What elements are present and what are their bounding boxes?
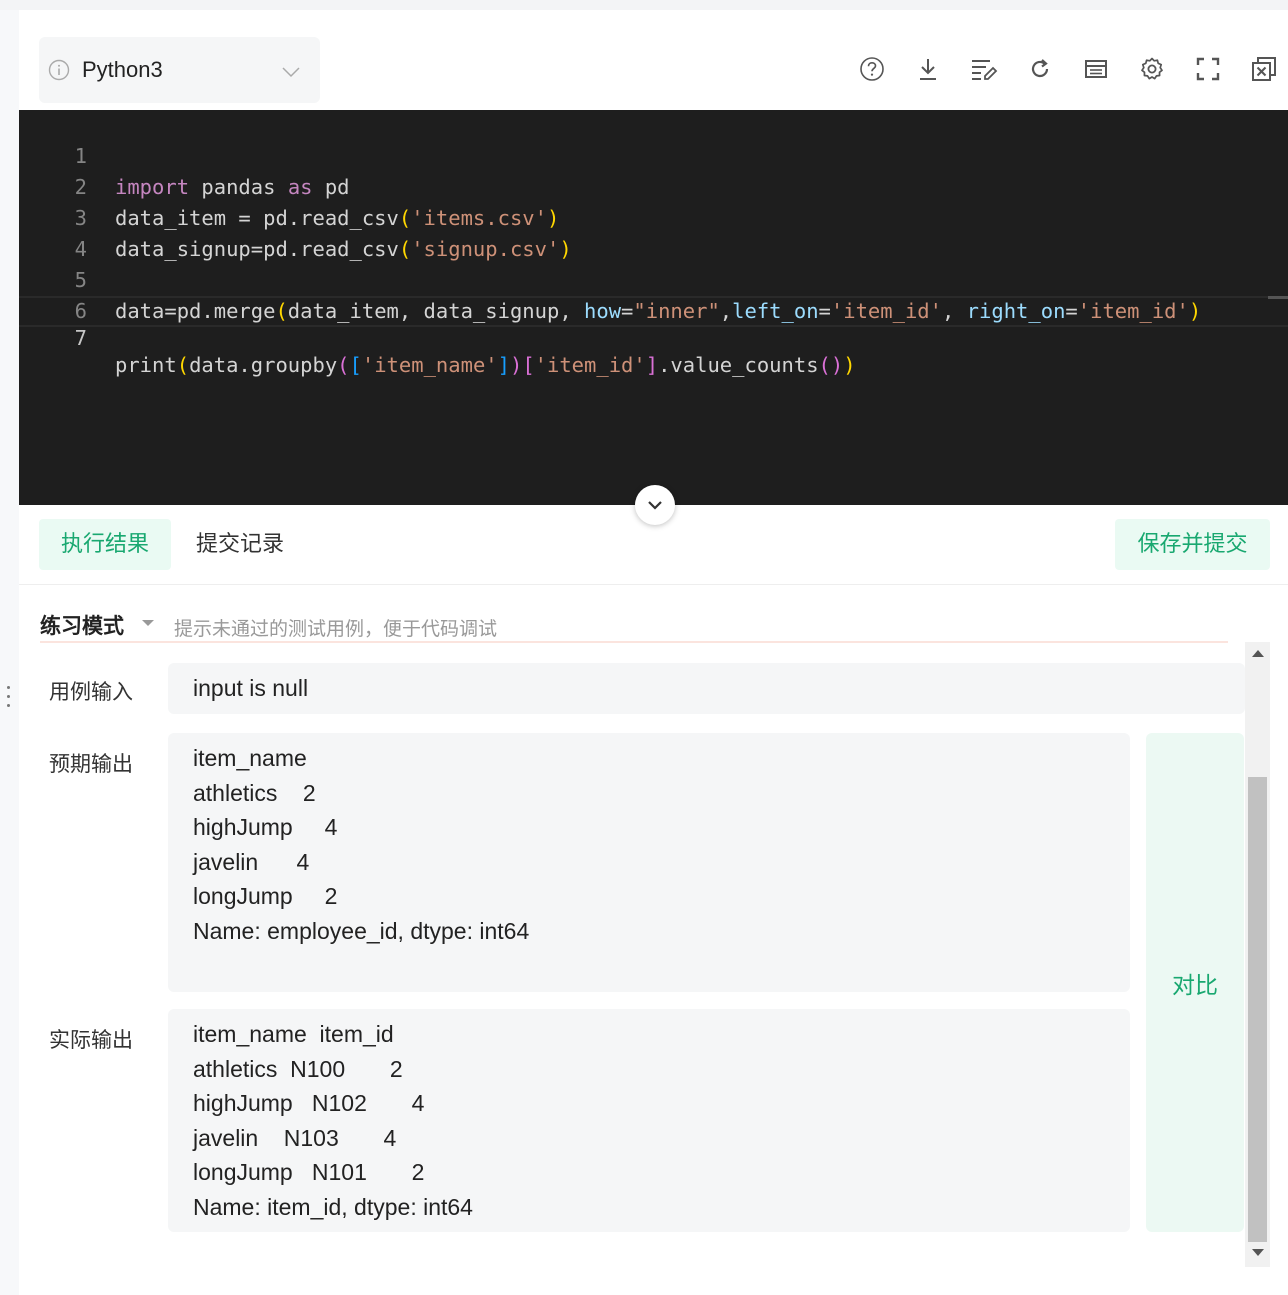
toolbar-icons [858,55,1288,85]
mode-underline [40,641,1228,643]
scroll-down-icon[interactable] [1252,1249,1264,1256]
reset-icon[interactable] [1026,55,1054,83]
settings-icon[interactable] [1138,55,1166,83]
output-line: athletics 2 [193,780,316,806]
input-label: 用例输入 [49,680,133,704]
output-line: longJump N101 2 [193,1159,425,1185]
output-line: longJump 2 [193,883,338,909]
results-scrollbar[interactable] [1245,642,1270,1267]
top-strip [0,0,1288,10]
code-line: 4 [19,203,1288,261]
input-box: input is null [168,663,1245,714]
code-editor[interactable]: 1 import pandas as pd 2 data_item = pd.r… [19,110,1288,505]
actual-label: 实际输出 [49,1028,133,1052]
code-line: 5 data=pd.merge(data_item, data_signup, … [19,234,1288,323]
output-line: item_name [193,745,307,771]
output-line: Name: employee_id, dtype: int64 [193,918,530,944]
output-line: javelin N103 4 [193,1125,397,1151]
mode-hint: 提示未通过的测试用例，便于代码调试 [174,618,498,640]
scroll-up-icon[interactable] [1252,650,1264,657]
editor-toolbar: Python3 [19,28,1288,110]
info-icon [48,59,70,85]
code-line: 2 data_item = pd.read_csv('items.csv') [19,141,1288,230]
code-line: 6 [19,265,1288,323]
page: Python3 1 import pandas as pd 2 data_ite… [0,0,1288,1295]
tab-submission-history[interactable]: 提交记录 [185,519,295,570]
language-name: Python3 [82,57,163,82]
actual-output-box: item_name item_id athletics N100 2 highJ… [168,1009,1130,1232]
close-window-icon[interactable] [1250,55,1278,83]
language-select[interactable]: Python3 [39,37,320,103]
output-line: javelin 4 [193,849,310,875]
help-icon[interactable] [858,55,886,83]
tab-execution-result[interactable]: 执行结果 [39,519,171,570]
mode-select[interactable]: 练习模式 [40,610,124,640]
code-line: 3 data_signup=pd.read_csv('signup.csv') [19,172,1288,261]
expected-output-box: item_name athletics 2 highJump 4 javelin… [168,733,1130,992]
output-line: Name: item_id, dtype: int64 [193,1194,473,1220]
resize-handle-icon[interactable] [6,686,12,712]
output-line: highJump 4 [193,814,338,840]
chevron-down-icon [281,63,301,82]
template-icon[interactable] [1082,55,1110,83]
expected-label: 预期输出 [49,752,133,776]
divider [19,584,1288,585]
code-line-active: 7 print(data.groupby(['item_name'])['ite… [19,296,1288,377]
collapse-editor-button[interactable] [635,485,675,525]
scrollbar-thumb[interactable] [1248,777,1267,1242]
code-line: 1 import pandas as pd [19,110,1288,199]
fullscreen-icon[interactable] [1194,55,1222,83]
output-line: highJump N102 4 [193,1090,425,1116]
compare-button[interactable]: 对比 [1146,733,1244,1232]
line-number: 7 [74,326,87,350]
format-icon[interactable] [970,55,998,83]
input-value: input is null [193,675,309,701]
code-text: print(data.groupby(['item_name'])['item_… [115,353,856,377]
editor-scroll-marker [1268,296,1288,299]
save-submit-button[interactable]: 保存并提交 [1115,519,1270,570]
left-gutter [0,10,19,1295]
chevron-down-icon [648,501,662,510]
caret-down-icon[interactable] [142,620,154,626]
output-line: athletics N100 2 [193,1056,403,1082]
output-line: item_name item_id [193,1021,394,1047]
download-icon[interactable] [914,55,942,83]
